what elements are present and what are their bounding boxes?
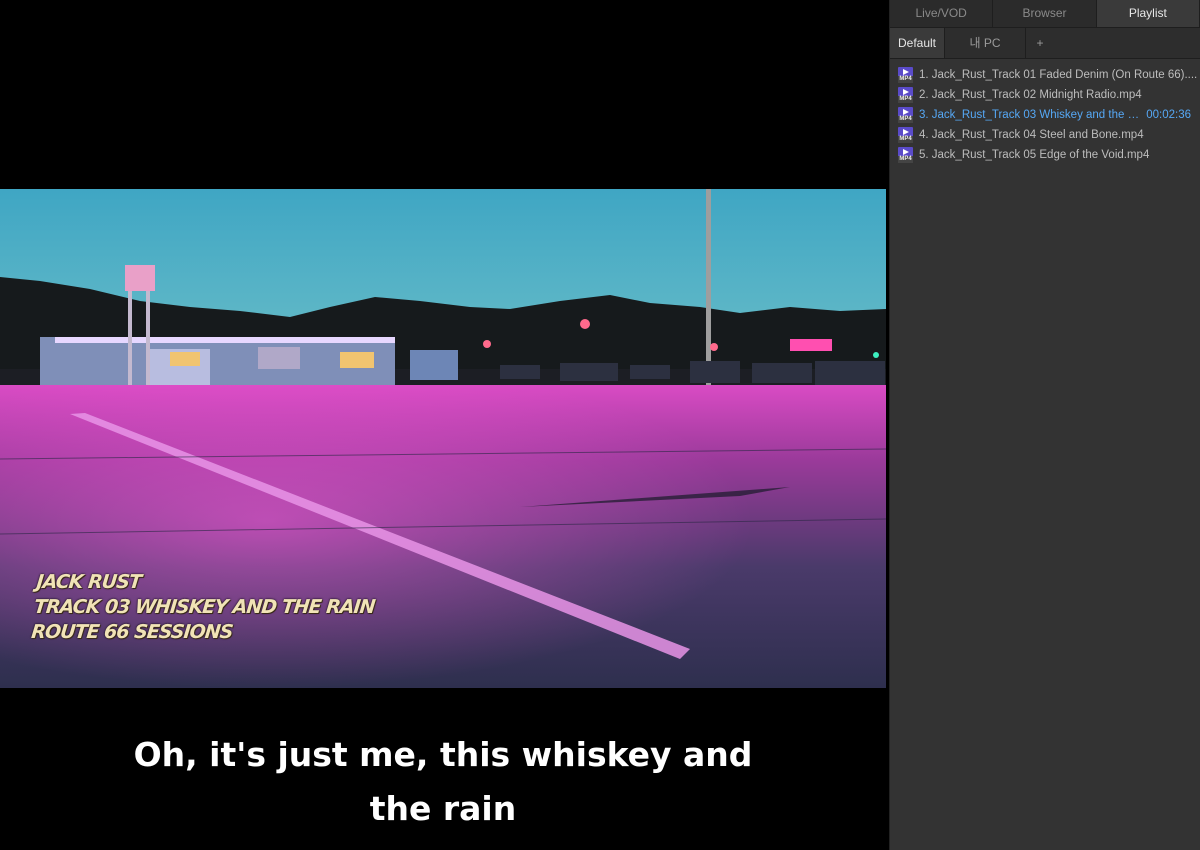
playlist-item-title: 2. Jack_Rust_Track 02 Midnight Radio.mp4: [919, 89, 1142, 101]
video-title-overlay: JACK RUST TRACK 03 WHISKEY AND THE RAIN …: [30, 570, 378, 645]
tab-playlist[interactable]: Playlist: [1096, 0, 1200, 27]
subtitle-text: Oh, it's just me, this whiskey and the r…: [133, 735, 753, 828]
side-panel: Live/VOD Browser Playlist Default 내 PC +…: [889, 0, 1200, 850]
mp4-file-icon: MP4: [898, 67, 913, 83]
overlay-artist: JACK RUST: [35, 571, 143, 593]
tab-browser[interactable]: Browser: [993, 0, 1097, 27]
mp4-file-icon: MP4: [898, 127, 913, 143]
playlist-item-title: 4. Jack_Rust_Track 04 Steel and Bone.mp4: [919, 129, 1144, 141]
mp4-file-icon: MP4: [898, 147, 913, 163]
overlay-track: TRACK 03 WHISKEY AND THE RAIN: [32, 596, 376, 618]
playlist-item[interactable]: MP4 4. Jack_Rust_Track 04 Steel and Bone.…: [890, 125, 1200, 145]
playlist-item-title: 5. Jack_Rust_Track 05 Edge of the Void.m…: [919, 149, 1150, 161]
playlist-item-title: 1. Jack_Rust_Track 01 Faded Denim (On Ro…: [919, 69, 1198, 81]
playlist-item[interactable]: MP4 3. Jack_Rust_Track 03 Whiskey and the…: [890, 105, 1200, 125]
playlist-item[interactable]: MP4 5. Jack_Rust_Track 05 Edge of the Voi…: [890, 145, 1200, 165]
video-player[interactable]: JACK RUST TRACK 03 WHISKEY AND THE RAIN …: [0, 0, 889, 850]
subtab-default[interactable]: Default: [890, 28, 945, 58]
mp4-file-icon: MP4: [898, 107, 913, 123]
playlist-item[interactable]: MP4 1. Jack_Rust_Track 01 Faded Denim (On…: [890, 65, 1200, 85]
subtab-my-pc[interactable]: 내 PC: [945, 28, 1026, 58]
panel-tabs: Live/VOD Browser Playlist: [890, 0, 1200, 27]
playlist-item[interactable]: MP4 2. Jack_Rust_Track 02 Midnight Radio.…: [890, 85, 1200, 105]
overlay-album: ROUTE 66 SESSIONS: [30, 621, 234, 643]
playlist-subtabs: Default 내 PC +: [890, 27, 1200, 59]
playlist-item-duration: 00:02:36: [1146, 109, 1191, 121]
tab-live-vod[interactable]: Live/VOD: [890, 0, 994, 27]
mp4-file-icon: MP4: [898, 87, 913, 103]
add-playlist-button[interactable]: +: [1026, 28, 1054, 58]
playlist-item-title: 3. Jack_Rust_Track 03 Whiskey and the Ra…: [919, 109, 1141, 121]
playlist-list: MP4 1. Jack_Rust_Track 01 Faded Denim (On…: [890, 59, 1200, 165]
